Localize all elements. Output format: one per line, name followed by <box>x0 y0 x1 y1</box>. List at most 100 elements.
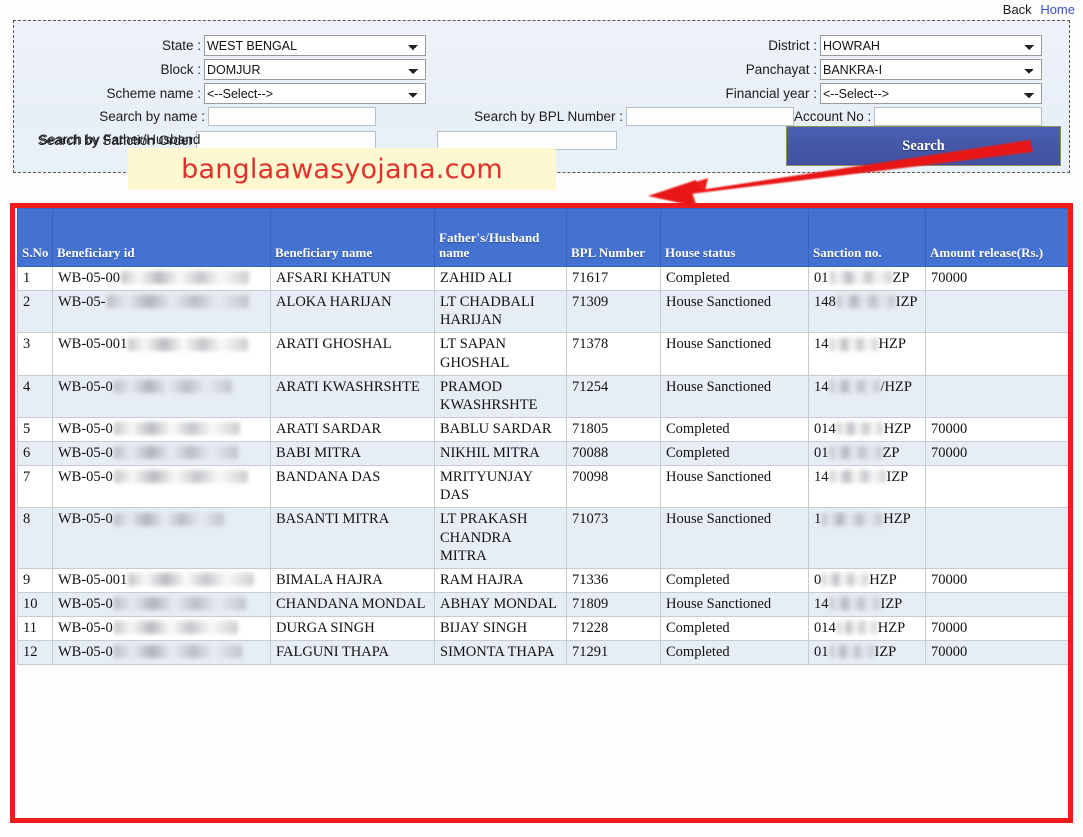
col-header-house-status[interactable]: House status <box>661 209 809 267</box>
cell-sanction-no: 014HZP <box>809 417 926 441</box>
block-select[interactable]: DOMJUR <box>204 59 426 80</box>
cell-beneficiary-name: ARATI SARDAR <box>271 417 435 441</box>
redacted-beneficiary-id <box>114 470 248 483</box>
cell-sno: 6 <box>18 442 53 466</box>
cell-bpl-number: 71336 <box>567 568 661 592</box>
top-nav-links: Back Home <box>1003 2 1075 17</box>
watermark-text: banglaawasyojana.com <box>181 154 503 185</box>
cell-beneficiary-name: BIMALA HAJRA <box>271 568 435 592</box>
cell-beneficiary-name: DURGA SINGH <box>271 617 435 641</box>
col-header-bpl-number[interactable]: BPL Number <box>567 209 661 267</box>
cell-sno: 12 <box>18 641 53 665</box>
cell-father-husband-name: RAM HAJRA <box>435 568 567 592</box>
redacted-sanction-no <box>830 645 874 658</box>
cell-beneficiary-id: WB-05-00 <box>53 267 271 291</box>
district-label: District : <box>768 38 820 53</box>
table-row: 3WB-05-001ARATI GHOSHALLT SAPAN GHOSHAL7… <box>18 333 1071 375</box>
redacted-sanction-no <box>837 295 895 308</box>
cell-sno: 4 <box>18 375 53 417</box>
financial-year-label: Financial year : <box>725 86 820 101</box>
cell-amount-release: 70000 <box>926 641 1071 665</box>
cell-amount-release <box>926 291 1071 333</box>
col-header-father-husband-name[interactable]: Father's/Husband name <box>435 209 567 267</box>
cell-beneficiary-name: ARATI KWASHRSHTE <box>271 375 435 417</box>
field-search-by-father-husband: Search by Father/Husband name : <box>39 131 394 149</box>
redacted-beneficiary-id <box>114 597 246 610</box>
cell-house-status: Completed <box>661 442 809 466</box>
col-header-amount-release[interactable]: Amount release(Rs.) <box>926 209 1071 267</box>
field-block: Block : DOMJUR <box>14 59 426 80</box>
cell-father-husband-name: BIJAY SINGH <box>435 617 567 641</box>
table-row: 8WB-05-0BASANTI MITRALT PRAKASH CHANDRA … <box>18 508 1071 568</box>
cell-father-husband-name: MRITYUNJAY DAS <box>435 466 567 508</box>
cell-house-status: Completed <box>661 417 809 441</box>
table-row: 12WB-05-0FALGUNI THAPASIMONTA THAPA71291… <box>18 641 1071 665</box>
block-label: Block : <box>160 62 204 77</box>
home-link[interactable]: Home <box>1040 2 1075 17</box>
col-header-sno[interactable]: S.No <box>18 209 53 267</box>
table-row: 5WB-05-0ARATI SARDARBABLU SARDAR71805Com… <box>18 417 1071 441</box>
redacted-beneficiary-id <box>121 271 249 284</box>
redacted-beneficiary-id <box>114 422 240 435</box>
cell-beneficiary-name: FALGUNI THAPA <box>271 641 435 665</box>
cell-bpl-number: 71073 <box>567 508 661 568</box>
cell-sanction-no: 14/HZP <box>809 375 926 417</box>
field-panchayat: Panchayat : BANKRA-I <box>514 59 1042 80</box>
redacted-beneficiary-id <box>114 513 224 526</box>
cell-sanction-no: 01ZP <box>809 267 926 291</box>
cell-beneficiary-id: WB-05-0 <box>53 508 271 568</box>
cell-beneficiary-id: WB-05- <box>53 291 271 333</box>
table-row: 10WB-05-0CHANDANA MONDALABHAY MONDAL7180… <box>18 592 1071 616</box>
scheme-name-select[interactable]: <--Select--> <box>204 83 426 104</box>
financial-year-select[interactable]: <--Select--> <box>820 83 1042 104</box>
cell-bpl-number: 71254 <box>567 375 661 417</box>
table-row: 6WB-05-0BABI MITRANIKHIL MITRA70088Compl… <box>18 442 1071 466</box>
cell-sno: 3 <box>18 333 53 375</box>
cell-beneficiary-id: WB-05-0 <box>53 442 271 466</box>
search-button[interactable]: Search <box>786 126 1061 166</box>
col-header-sanction-no[interactable]: Sanction no. <box>809 209 926 267</box>
cell-amount-release: 70000 <box>926 417 1071 441</box>
cell-beneficiary-name: ALOKA HARIJAN <box>271 291 435 333</box>
table-row: 11WB-05-0DURGA SINGHBIJAY SINGH71228Comp… <box>18 617 1071 641</box>
cell-sanction-no: 1HZP <box>809 508 926 568</box>
table-row: 2WB-05-ALOKA HARIJANLT CHADBALI HARIJAN7… <box>18 291 1071 333</box>
cell-amount-release: 70000 <box>926 267 1071 291</box>
cell-bpl-number: 71309 <box>567 291 661 333</box>
cell-sno: 11 <box>18 617 53 641</box>
col-header-beneficiary-name[interactable]: Beneficiary name <box>271 209 435 267</box>
cell-house-status: House Sanctioned <box>661 592 809 616</box>
redacted-sanction-no <box>822 513 882 526</box>
cell-beneficiary-id: WB-05-0 <box>53 592 271 616</box>
cell-father-husband-name: ZAHID ALI <box>435 267 567 291</box>
cell-bpl-number: 71291 <box>567 641 661 665</box>
page-root: Back Home State : WEST BENGAL Block : DO… <box>0 0 1083 837</box>
cell-house-status: Completed <box>661 641 809 665</box>
cell-sno: 10 <box>18 592 53 616</box>
cell-amount-release <box>926 333 1071 375</box>
col-header-beneficiary-id[interactable]: Beneficiary id <box>53 209 271 267</box>
results-table-body: 1WB-05-00AFSARI KHATUNZAHID ALI71617Comp… <box>18 267 1071 665</box>
redacted-beneficiary-id <box>107 295 249 308</box>
cell-sanction-no: 14IZP <box>809 466 926 508</box>
redacted-sanction-no <box>837 621 877 634</box>
district-select[interactable]: HOWRAH <box>820 35 1042 56</box>
cell-bpl-number: 71228 <box>567 617 661 641</box>
search-by-name-input[interactable] <box>208 107 376 126</box>
cell-father-husband-name: NIKHIL MITRA <box>435 442 567 466</box>
panchayat-select[interactable]: BANKRA-I <box>820 59 1042 80</box>
state-label: State : <box>162 38 204 53</box>
state-select[interactable]: WEST BENGAL <box>204 35 426 56</box>
account-no-input[interactable] <box>874 107 1042 126</box>
back-link[interactable]: Back <box>1003 2 1032 17</box>
cell-amount-release <box>926 375 1071 417</box>
cell-beneficiary-name: ARATI GHOSHAL <box>271 333 435 375</box>
redacted-sanction-no <box>830 338 878 351</box>
cell-bpl-number: 71805 <box>567 417 661 441</box>
search-by-bpl-input[interactable] <box>626 107 794 126</box>
cell-sno: 2 <box>18 291 53 333</box>
cell-house-status: House Sanctioned <box>661 375 809 417</box>
cell-amount-release: 70000 <box>926 568 1071 592</box>
cell-sno: 8 <box>18 508 53 568</box>
cell-house-status: Completed <box>661 568 809 592</box>
